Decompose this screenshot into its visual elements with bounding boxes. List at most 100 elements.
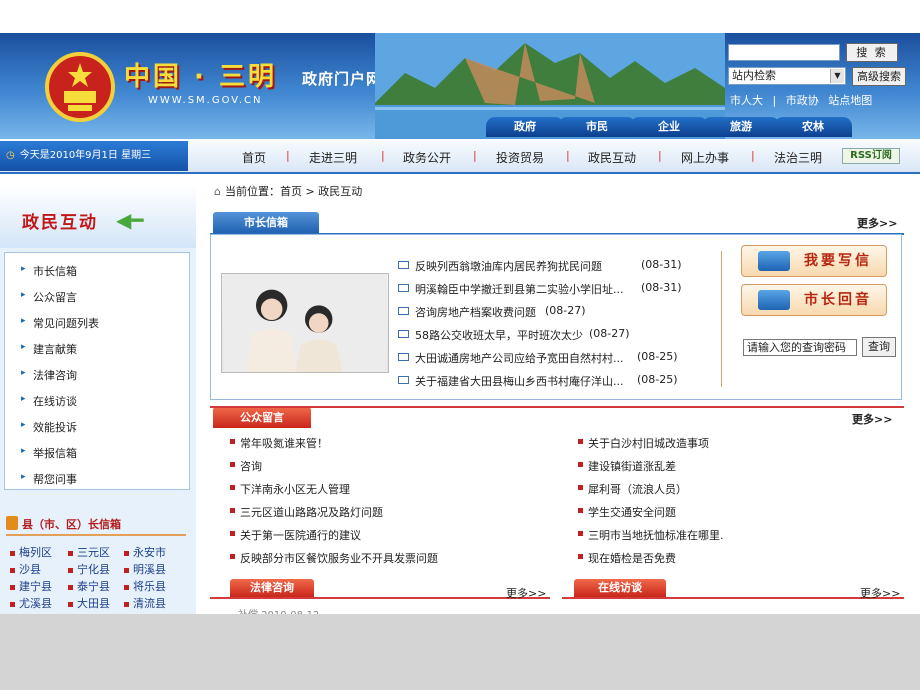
nav-separator: | xyxy=(658,149,662,162)
breadcrumb: ⌂ 当前位置：首页 > 政民互动 xyxy=(214,183,362,199)
message-item[interactable]: 三元区道山路路况及路灯问题 xyxy=(240,504,383,520)
search-button[interactable]: 搜 索 xyxy=(846,43,898,62)
tab-public-messages[interactable]: 公众留言 xyxy=(213,407,311,428)
nav-about[interactable]: 走进三明 xyxy=(309,149,357,166)
county-link[interactable]: 永安市 xyxy=(124,544,166,560)
county-link[interactable]: 将乐县 xyxy=(124,578,166,594)
envelope-icon xyxy=(398,330,409,338)
divider xyxy=(6,534,186,536)
letter-item[interactable]: 明溪翰臣中学撤迁到县第二实验小学旧址... xyxy=(415,281,624,297)
message-item[interactable]: 建设镇街道涨乱差 xyxy=(588,458,676,474)
letter-item[interactable]: 反映列西翁墩油库内居民养狗扰民问题 xyxy=(415,258,602,274)
county-link[interactable]: 泰宁县 xyxy=(68,578,110,594)
nav-rule-of-law[interactable]: 法治三明 xyxy=(774,149,822,166)
page: 中国 · 三明 政府门户网站 WWW.SM.GOV.CN 政府 市民 企业 旅游… xyxy=(0,0,920,614)
sidebar-item-legal-consult[interactable]: 法律咨询 xyxy=(33,367,77,383)
arrow-left-icon: ◀━ xyxy=(116,208,144,232)
nav-separator: | xyxy=(473,149,477,162)
advanced-search-button[interactable]: 高级搜索 xyxy=(852,67,906,86)
county-link[interactable]: 大田县 xyxy=(68,595,110,611)
cat-tab-agriculture[interactable]: 农林 xyxy=(774,117,852,137)
rss-subscribe-button[interactable]: RSS订阅 xyxy=(842,148,900,164)
more-link-legal[interactable]: 更多>> xyxy=(506,585,546,601)
envelope-icon xyxy=(398,353,409,361)
query-password-input[interactable]: 请输入您的查询密码 xyxy=(743,339,857,356)
search-scope-select[interactable]: 站内检索 ▼ xyxy=(728,67,846,85)
sidebar-item-efficiency-complaint[interactable]: 效能投诉 xyxy=(33,419,77,435)
letter-item[interactable]: 大田诚通房地产公司应给予宽田自然村村... xyxy=(415,350,624,366)
county-link[interactable]: 明溪县 xyxy=(124,561,166,577)
mayor-mailbox-panel: 反映列西翁墩油库内居民养狗扰民问题 (08-31) 明溪翰臣中学撤迁到县第二实验… xyxy=(210,234,902,400)
nav-online-services[interactable]: 网上办事 xyxy=(681,149,729,166)
county-link[interactable]: 沙县 xyxy=(10,561,41,577)
main-navbar: ◷ 今天是2010年9月1日 星期三 首页 | 走进三明 | 政务公开 | 投资贸… xyxy=(0,139,920,174)
link-npc[interactable]: 市人大 xyxy=(730,94,763,107)
more-link-public[interactable]: 更多>> xyxy=(852,411,892,427)
tab-online-interview[interactable]: 在线访谈 xyxy=(574,579,666,597)
write-letter-button[interactable]: 我要写信 xyxy=(741,245,887,277)
top-band xyxy=(0,0,920,33)
national-emblem-icon xyxy=(45,52,115,122)
message-item[interactable]: 反映部分市区餐饮服务业不开具发票问题 xyxy=(240,550,438,566)
message-item[interactable]: 下洋南永小区无人管理 xyxy=(240,481,350,497)
sidebar-item-online-interview[interactable]: 在线访谈 xyxy=(33,393,77,409)
bullet-icon xyxy=(578,508,583,513)
divider xyxy=(210,597,550,599)
header-banner: 中国 · 三明 政府门户网站 WWW.SM.GOV.CN 政府 市民 企业 旅游… xyxy=(0,33,920,139)
search-scope-value: 站内检索 xyxy=(732,69,776,82)
nav-gov-affairs[interactable]: 政务公开 xyxy=(403,149,451,166)
sidebar-item-public-messages[interactable]: 公众留言 xyxy=(33,289,77,305)
county-link[interactable]: 建宁县 xyxy=(10,578,52,594)
sidebar-item-mayor-mailbox[interactable]: 市长信箱 xyxy=(33,263,77,279)
bullet-icon: ▸ xyxy=(21,394,26,404)
chevron-down-icon: ▼ xyxy=(830,69,844,83)
cat-tab-enterprise[interactable]: 企业 xyxy=(630,117,708,137)
bullet-icon xyxy=(578,439,583,444)
letter-item[interactable]: 58路公交收班太早，平时班次太少 xyxy=(415,327,583,343)
nav-interaction[interactable]: 政民互动 xyxy=(588,149,636,166)
breadcrumb-prefix[interactable]: 当前位置：首页 xyxy=(225,185,302,198)
sidebar-item-help-ask[interactable]: 帮您问事 xyxy=(33,471,77,487)
query-button[interactable]: 查询 xyxy=(862,337,896,357)
tab-mayor-mailbox[interactable]: 市长信箱 xyxy=(213,212,319,234)
sidebar-item-report-mailbox[interactable]: 举报信箱 xyxy=(33,445,77,461)
message-item[interactable]: 三明市当地抚恤标准在哪里. xyxy=(588,527,724,543)
date-panel: ◷ 今天是2010年9月1日 星期三 xyxy=(0,141,188,171)
letter-date: (08-31) xyxy=(641,281,682,294)
message-item[interactable]: 犀利哥（流浪人员） xyxy=(588,481,687,497)
message-item[interactable]: 关于第一医院通行的建议 xyxy=(240,527,361,543)
nav-investment[interactable]: 投资贸易 xyxy=(496,149,544,166)
message-item[interactable]: 现在婚检是否免费 xyxy=(588,550,676,566)
message-item[interactable]: 常年吸氮谁来管！ xyxy=(240,435,328,451)
message-item[interactable]: 关于白沙村旧城改造事项 xyxy=(588,435,709,451)
cat-tab-tourism[interactable]: 旅游 xyxy=(702,117,780,137)
letter-item[interactable]: 咨询房地产档案收费问题 xyxy=(415,304,536,320)
county-link[interactable]: 三元区 xyxy=(68,544,110,560)
county-link[interactable]: 宁化县 xyxy=(68,561,110,577)
message-item[interactable]: 咨询 xyxy=(240,458,262,474)
customer-service-photo xyxy=(221,273,389,373)
search-input[interactable] xyxy=(728,44,840,61)
nav-home[interactable]: 首页 xyxy=(242,149,266,166)
county-mailbox-heading: 县（市、区）长信箱 xyxy=(22,518,121,531)
tab-legal-consult[interactable]: 法律咨询 xyxy=(230,579,314,597)
sidebar-item-faq[interactable]: 常见问题列表 xyxy=(33,315,99,331)
cat-tab-government[interactable]: 政府 xyxy=(486,117,564,137)
link-cppcc[interactable]: 市政协 xyxy=(786,94,819,107)
letter-item[interactable]: 关于福建省大田县梅山乡西书村庵仔洋山... xyxy=(415,373,624,389)
sidebar-title: 政民互动 xyxy=(22,213,98,233)
cat-tab-citizen[interactable]: 市民 xyxy=(558,117,636,137)
bullet-icon xyxy=(578,485,583,490)
sidebar-item-suggestions[interactable]: 建言献策 xyxy=(33,341,77,357)
message-item[interactable]: 学生交通安全问题 xyxy=(588,504,676,520)
county-link[interactable]: 梅列区 xyxy=(10,544,52,560)
bullet-icon: ▸ xyxy=(21,368,26,378)
more-link-mayor[interactable]: 更多>> xyxy=(857,215,897,231)
link-sitemap[interactable]: 站点地图 xyxy=(828,94,872,107)
more-link-interview[interactable]: 更多>> xyxy=(860,585,900,601)
mayor-reply-button[interactable]: 市长回音 xyxy=(741,284,887,316)
county-link[interactable]: 清流县 xyxy=(124,595,166,611)
legal-item-partial[interactable]: 补偿 2010-08-12 xyxy=(238,606,319,614)
breadcrumb-separator: > xyxy=(305,185,315,198)
county-link[interactable]: 尤溪县 xyxy=(10,595,52,611)
